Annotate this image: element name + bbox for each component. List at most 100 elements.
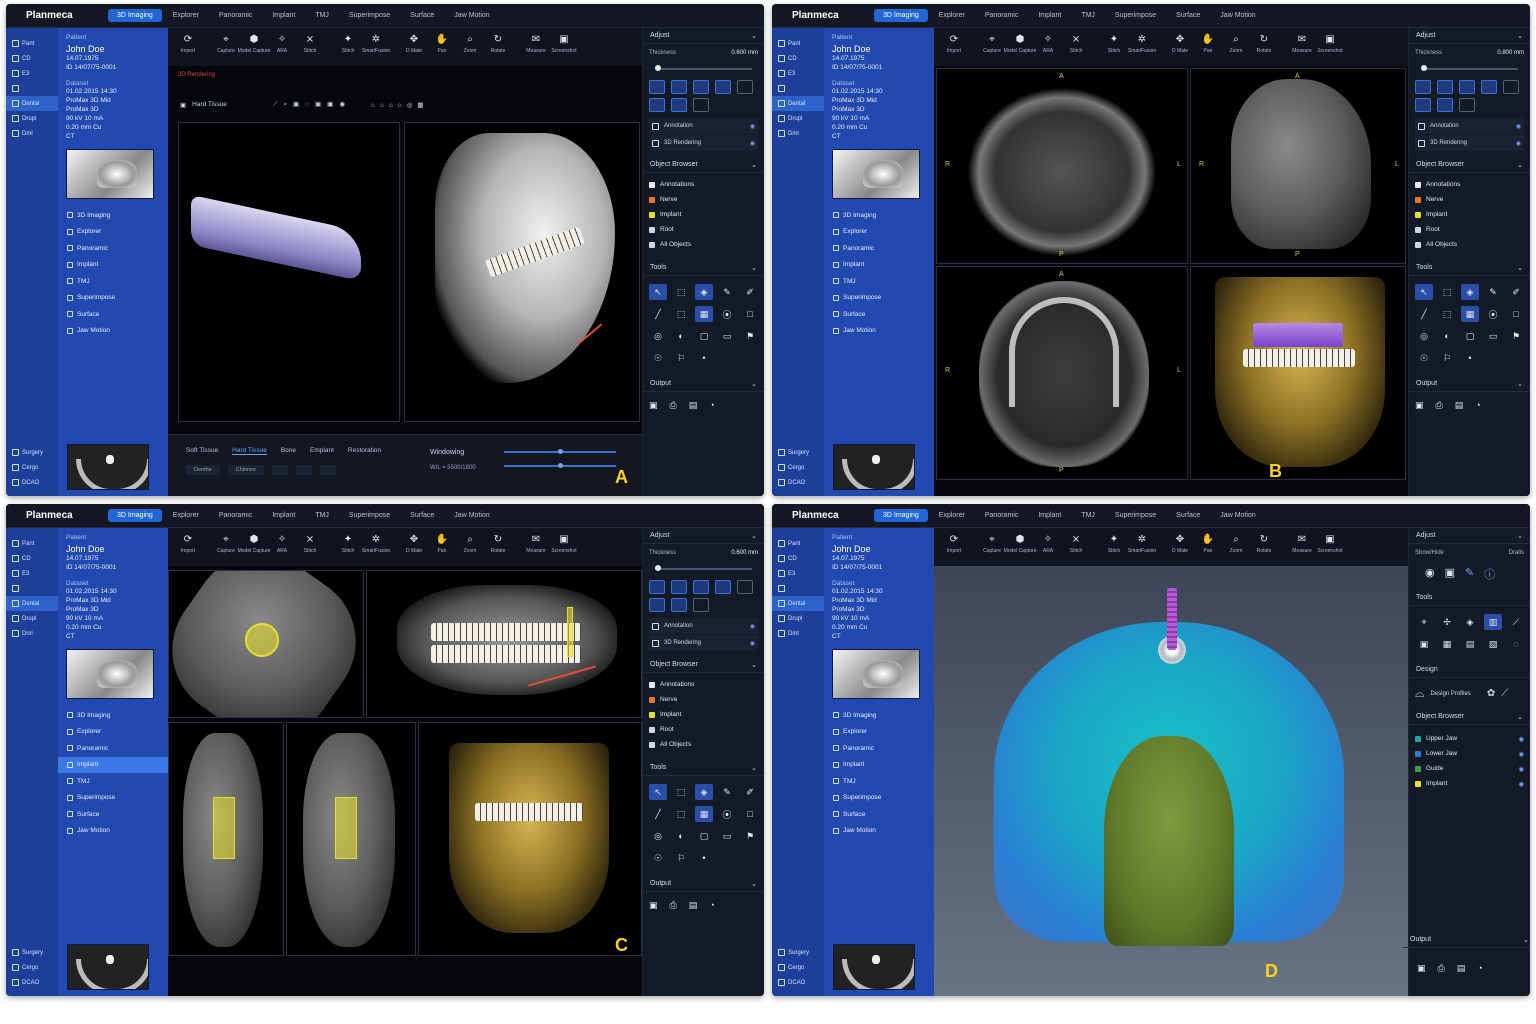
object-item[interactable]: Nerve [649, 192, 758, 207]
panoramic-pane[interactable] [366, 570, 642, 718]
object-item[interactable]: Annotations [649, 177, 758, 192]
tools-header[interactable]: Tools ⌄ [643, 260, 764, 276]
toolbar-button[interactable]: ✥ D Mate [1166, 34, 1194, 54]
nav-item[interactable] [6, 581, 58, 596]
view-mode-icon[interactable] [671, 580, 687, 594]
toolbar-button[interactable]: ↻ Rotate [484, 34, 512, 54]
module-tab[interactable]: Panoramic [210, 509, 261, 522]
object-item[interactable]: All Objects [649, 737, 758, 752]
orientation-icons[interactable]: ⌂⌂⌂⌂◎▦ [371, 101, 429, 109]
tool-icon[interactable]: ◎ [649, 828, 667, 844]
eye-icon[interactable]: ◉ [1516, 140, 1521, 147]
toolbar-button[interactable]: ✉ Measure [1288, 34, 1316, 54]
module-tab[interactable]: Surface [1167, 9, 1209, 22]
toolbar-button[interactable]: ▣ Screenshot [550, 34, 578, 54]
output-icon[interactable]: ◔ [1475, 400, 1480, 411]
object-item[interactable]: Annotations [649, 677, 758, 692]
module-tab[interactable]: Jaw Motion [445, 9, 498, 22]
module-tab[interactable]: Implant [263, 9, 304, 22]
viewport-3d[interactable]: 3D Rendering ▣ Hard Tissue ⟋⌕▣◌▣▣◉ ⌂⌂⌂⌂◎▦… [168, 66, 642, 496]
tissue-tab[interactable]: Bone [281, 447, 296, 455]
toolbar-button[interactable]: ✦ Stitch [1100, 534, 1128, 554]
module-tab[interactable]: Panoramic [210, 9, 261, 22]
toolbar-button[interactable]: ✲ SmartFusion [362, 34, 390, 54]
tool-icon[interactable]: ⚐ [672, 850, 690, 866]
module-tab[interactable]: Jaw Motion [445, 509, 498, 522]
view-mode-icon[interactable] [693, 98, 709, 112]
output-icon[interactable]: ▤ [689, 400, 698, 411]
output-icon[interactable]: ▣ [1415, 400, 1424, 411]
sidebar-menu-item[interactable]: Surface [66, 806, 160, 823]
view-mode-icon[interactable] [1459, 80, 1475, 94]
render-pane-skull[interactable] [404, 122, 640, 422]
tool-icon[interactable]: ◐ [672, 828, 690, 844]
view-mode-icon[interactable] [649, 580, 665, 594]
object-browser-header[interactable]: Object Browser ⌄ [1409, 157, 1530, 173]
object-item[interactable]: Implant [649, 707, 758, 722]
tool-icon[interactable]: ⦿ [1484, 306, 1502, 322]
tool-icon[interactable]: ✎ [718, 784, 736, 800]
wand-icon[interactable]: ⟋ [1501, 688, 1508, 699]
output-icon[interactable]: ◔ [709, 900, 714, 911]
module-tab[interactable]: Superimpose [340, 9, 399, 22]
tools-header[interactable]: Tools [1409, 590, 1530, 606]
output-icon[interactable]: ▣ [1417, 963, 1426, 974]
render-3d-pane[interactable] [418, 722, 642, 956]
eye-icon[interactable]: ◉ [1425, 566, 1435, 582]
sidebar-menu-item[interactable]: Jaw Motion [832, 323, 926, 340]
tool-icon[interactable]: ⬚ [1438, 284, 1456, 300]
surface-tool-icon[interactable]: ▣ [1415, 636, 1433, 652]
tissue-tab[interactable]: Soft Tissue [186, 447, 218, 455]
sidebar-menu-item[interactable]: Panoramic [832, 740, 926, 757]
toolbar-button[interactable]: ⬢ Model Capture [238, 534, 271, 554]
module-tab[interactable]: Jaw Motion [1211, 509, 1264, 522]
output-icon[interactable]: ▤ [1457, 963, 1466, 974]
tool-icon[interactable]: ╱ [1415, 306, 1433, 322]
slice-pane-2[interactable] [286, 722, 416, 956]
toolbar-button[interactable]: ⬢ Model Capture [1004, 34, 1037, 54]
dataset-thumbnail[interactable] [66, 649, 154, 699]
module-tab[interactable]: Explorer [164, 9, 208, 22]
tissue-sub-button[interactable]: Denthe [186, 465, 220, 475]
surface-tool-icon[interactable]: ◌ [1507, 636, 1525, 652]
toolbar-button[interactable]: ⌕ Zoom [1222, 34, 1250, 54]
view-mode-icon[interactable] [1437, 80, 1453, 94]
toolbar-button[interactable]: ✉ Measure [522, 534, 550, 554]
axial-upper-pane[interactable]: A P R L [936, 68, 1188, 264]
module-tab[interactable]: Explorer [164, 509, 208, 522]
toolbar-button[interactable]: ↻ Rotate [1250, 534, 1278, 554]
sidebar-menu-item[interactable]: Implant [832, 757, 926, 774]
tool-icon[interactable]: ▭ [718, 328, 736, 344]
toolbar-button[interactable]: ✋ Pan [428, 534, 456, 554]
tool-icon[interactable]: □ [741, 806, 759, 822]
output-icon[interactable]: ▤ [1455, 400, 1464, 411]
tool-icon[interactable]: ✐ [741, 784, 759, 800]
sidebar-menu-item[interactable]: TMJ [66, 773, 160, 790]
tool-icon[interactable]: ☉ [649, 850, 667, 866]
nav-item[interactable]: Pant [772, 536, 824, 551]
tool-icon[interactable]: ☉ [649, 350, 667, 366]
nav-item[interactable]: Drupl [772, 111, 824, 126]
toolbar-button[interactable]: ⌕ Zoom [456, 34, 484, 54]
thickness-slider[interactable] [655, 565, 752, 571]
eye-icon[interactable]: ◉ [1518, 750, 1524, 758]
output-icon[interactable]: ⎙ [1436, 400, 1443, 411]
sagittal-pane[interactable]: A P R L [1190, 68, 1406, 264]
toolbar-button[interactable]: ✋ Pan [1194, 534, 1222, 554]
nav-item[interactable]: Pant [6, 536, 58, 551]
window-width-slider[interactable] [504, 449, 616, 454]
sidebar-menu-item[interactable]: Explorer [832, 224, 926, 241]
nav-bottom-item[interactable]: DCAO [772, 975, 824, 990]
sidebar-menu-item[interactable]: Panoramic [832, 240, 926, 257]
eye-icon[interactable]: ◉ [1518, 765, 1524, 773]
sidebar-menu-item[interactable]: TMJ [832, 773, 926, 790]
surface-tool-icon[interactable]: ✢ [1438, 614, 1456, 630]
sidebar-menu-item[interactable]: Explorer [66, 224, 160, 241]
layer-row[interactable]: Annotation ◉ [1415, 118, 1524, 134]
sidebar-menu-item[interactable]: Surface [66, 306, 160, 323]
tool-icon[interactable]: ▭ [1484, 328, 1502, 344]
view-mode-icon[interactable] [1459, 98, 1475, 112]
nav-bottom-item[interactable]: DCAO [6, 975, 58, 990]
tool-icon[interactable]: ⚑ [741, 328, 759, 344]
tool-icon[interactable]: ╱ [649, 306, 667, 322]
